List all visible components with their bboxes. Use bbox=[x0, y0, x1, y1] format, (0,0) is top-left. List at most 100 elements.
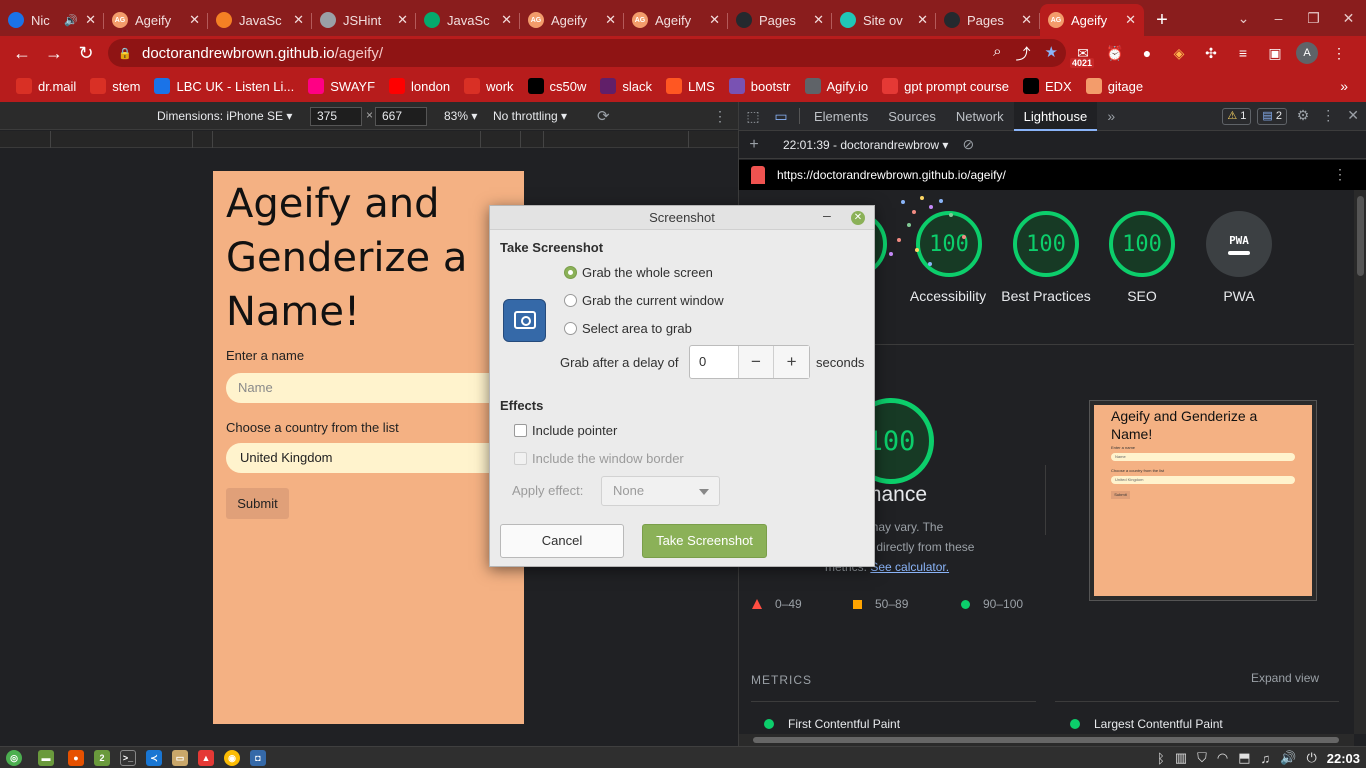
devtools-menu-icon[interactable]: ⋮ bbox=[1321, 107, 1335, 124]
browser-tab[interactable]: AG Ageify ✕ bbox=[624, 4, 728, 36]
zoom-icon[interactable]: ⌕ bbox=[993, 43, 1001, 64]
option-current-window[interactable]: Grab the current window bbox=[564, 293, 724, 308]
vscode-icon[interactable]: ≺ bbox=[146, 750, 162, 766]
tab-sources[interactable]: Sources bbox=[878, 102, 946, 131]
radio-checked[interactable] bbox=[564, 266, 577, 279]
reload-icon[interactable]: ↻ bbox=[70, 37, 102, 69]
warnings-badge[interactable]: ⚠ 1 bbox=[1222, 108, 1252, 125]
git-extension-icon[interactable]: ◈ bbox=[1168, 42, 1190, 64]
share-icon[interactable]: ⤴ bbox=[1016, 43, 1031, 64]
chrome-icon[interactable]: ◉ bbox=[224, 750, 240, 766]
gauge-pwa[interactable]: PWA bbox=[1206, 211, 1272, 277]
rotate-icon[interactable]: ⟳ bbox=[597, 107, 610, 125]
devtools-horizontal-scrollbar[interactable] bbox=[739, 734, 1354, 746]
bookmark-item[interactable]: gpt prompt course bbox=[882, 78, 1009, 94]
firefox-icon[interactable]: ● bbox=[68, 750, 84, 766]
page-screenshot-thumbnail[interactable]: Ageify and Genderize a Name! Enter a nam… bbox=[1089, 400, 1317, 601]
close-window-icon[interactable]: ✕ bbox=[1331, 10, 1366, 27]
reading-list-icon[interactable]: ≡ bbox=[1232, 42, 1254, 64]
report-menu-icon[interactable]: ⋮ bbox=[1333, 166, 1347, 183]
close-tab-icon[interactable]: ✕ bbox=[917, 12, 928, 28]
bookmark-item[interactable]: london bbox=[389, 78, 450, 94]
volume-icon[interactable]: 🔊 bbox=[1280, 750, 1296, 766]
close-tab-icon[interactable]: ✕ bbox=[605, 12, 616, 28]
option-whole-screen[interactable]: Grab the whole screen bbox=[564, 265, 713, 280]
close-tab-icon[interactable]: ✕ bbox=[85, 12, 96, 28]
bookmark-item[interactable]: work bbox=[464, 78, 514, 94]
browser-tab[interactable]: JSHint ✕ bbox=[312, 4, 416, 36]
image-viewer-icon[interactable]: ▲ bbox=[198, 750, 214, 766]
cancel-button[interactable]: Cancel bbox=[500, 524, 624, 558]
radio-unchecked[interactable] bbox=[564, 294, 577, 307]
bookmark-item[interactable]: Agify.io bbox=[804, 78, 868, 94]
decrement-button[interactable]: − bbox=[737, 346, 774, 378]
alarm-extension-icon[interactable]: ⏰ bbox=[1104, 42, 1126, 64]
bookmarks-overflow-icon[interactable]: » bbox=[1340, 78, 1348, 94]
dimensions-dropdown[interactable]: Dimensions: iPhone SE ▾ bbox=[157, 109, 292, 123]
bookmark-item[interactable]: bootstr bbox=[728, 78, 791, 94]
see-calculator-link[interactable]: See calculator. bbox=[870, 560, 949, 574]
report-selector[interactable]: 22:01:39 - doctorandrewbrow ▾ bbox=[783, 138, 948, 152]
menu-kebab-icon[interactable]: ⋮ bbox=[1328, 42, 1350, 64]
devtools-close-icon[interactable]: ✕ bbox=[1347, 107, 1359, 124]
close-tab-icon[interactable]: ✕ bbox=[1021, 12, 1032, 28]
browser-tab[interactable]: Pages ✕ bbox=[728, 4, 832, 36]
browser-tab[interactable]: Pages ✕ bbox=[936, 4, 1040, 36]
bookmark-item[interactable]: SWAYF bbox=[308, 78, 375, 94]
updates-icon[interactable]: ⬒ bbox=[1238, 750, 1250, 766]
scroll-thumb[interactable] bbox=[1357, 196, 1364, 276]
bookmark-item[interactable]: LBC UK - Listen Li... bbox=[154, 78, 294, 94]
forward-icon[interactable]: → bbox=[38, 37, 70, 69]
browser-tab[interactable]: AG Ageify ✕ bbox=[1040, 4, 1144, 36]
bookmark-item[interactable]: gitage bbox=[1085, 78, 1143, 94]
close-tab-icon[interactable]: ✕ bbox=[501, 12, 512, 28]
bookmark-item[interactable]: cs50w bbox=[527, 78, 586, 94]
gauge-seo[interactable]: 100 bbox=[1109, 211, 1175, 277]
side-panel-icon[interactable]: ▣ bbox=[1264, 42, 1286, 64]
gauge-best-practices[interactable]: 100 bbox=[1013, 211, 1079, 277]
take-screenshot-button[interactable]: Take Screenshot bbox=[642, 524, 767, 558]
power-icon[interactable]: ⏻ bbox=[1306, 750, 1316, 766]
minimize-icon[interactable]: – bbox=[1261, 10, 1296, 26]
device-more-icon[interactable]: ⋮ bbox=[713, 108, 727, 125]
close-tab-icon[interactable]: ✕ bbox=[813, 12, 824, 28]
restore-icon[interactable]: ❐ bbox=[1296, 10, 1331, 27]
audio-playing-icon[interactable]: 🔊 bbox=[64, 14, 78, 27]
include-pointer-option[interactable]: Include pointer bbox=[514, 423, 617, 438]
files-icon[interactable]: 2 bbox=[94, 750, 110, 766]
close-tab-icon[interactable]: ✕ bbox=[293, 12, 304, 28]
browser-tab[interactable]: JavaSc ✕ bbox=[208, 4, 312, 36]
device-height-input[interactable]: 667 bbox=[375, 107, 427, 126]
include-pointer-checkbox[interactable] bbox=[514, 424, 527, 437]
new-tab-button[interactable]: + bbox=[1144, 4, 1180, 36]
increment-button[interactable]: + bbox=[773, 346, 809, 378]
browser-tab[interactable]: AG Ageify ✕ bbox=[520, 4, 624, 36]
delay-input[interactable]: 0 bbox=[690, 346, 738, 378]
throttling-dropdown[interactable]: No throttling ▾ bbox=[493, 109, 567, 123]
network-icon[interactable]: ◠ bbox=[1217, 750, 1228, 766]
mint-menu-icon[interactable]: ◎ bbox=[6, 750, 22, 766]
browser-tab[interactable]: Site ov ✕ bbox=[832, 4, 936, 36]
close-tab-icon[interactable]: ✕ bbox=[709, 12, 720, 28]
new-report-icon[interactable]: + bbox=[739, 136, 769, 154]
scroll-thumb[interactable] bbox=[753, 737, 1339, 743]
inspect-icon[interactable]: ⬚ bbox=[739, 108, 767, 125]
tab-network[interactable]: Network bbox=[946, 102, 1014, 131]
show-desktop-icon[interactable]: ▬ bbox=[38, 750, 54, 766]
browser-tab[interactable]: AG Ageify ✕ bbox=[104, 4, 208, 36]
tab-search-icon[interactable]: ⌄ bbox=[1226, 10, 1261, 27]
clock[interactable]: 22:03 bbox=[1327, 751, 1360, 766]
file-manager-icon[interactable]: ▭ bbox=[172, 750, 188, 766]
screenshot-app-icon[interactable]: ◘ bbox=[250, 750, 266, 766]
clipboard-icon[interactable]: ▥ bbox=[1175, 750, 1187, 766]
radio-unchecked[interactable] bbox=[564, 322, 577, 335]
expand-view-toggle[interactable]: Expand view bbox=[1251, 671, 1319, 685]
mail-extension-icon[interactable]: ✉ 4021 bbox=[1070, 42, 1095, 68]
tab-lighthouse[interactable]: Lighthouse bbox=[1013, 101, 1098, 131]
bookmark-item[interactable]: LMS bbox=[666, 78, 715, 94]
bookmark-item[interactable]: dr.mail bbox=[16, 78, 76, 94]
clear-reports-icon[interactable]: ⊘ bbox=[962, 136, 974, 153]
gauge-accessibility[interactable]: 100 bbox=[916, 211, 982, 277]
option-select-area[interactable]: Select area to grab bbox=[564, 321, 692, 336]
close-tab-icon[interactable]: ✕ bbox=[189, 12, 200, 28]
